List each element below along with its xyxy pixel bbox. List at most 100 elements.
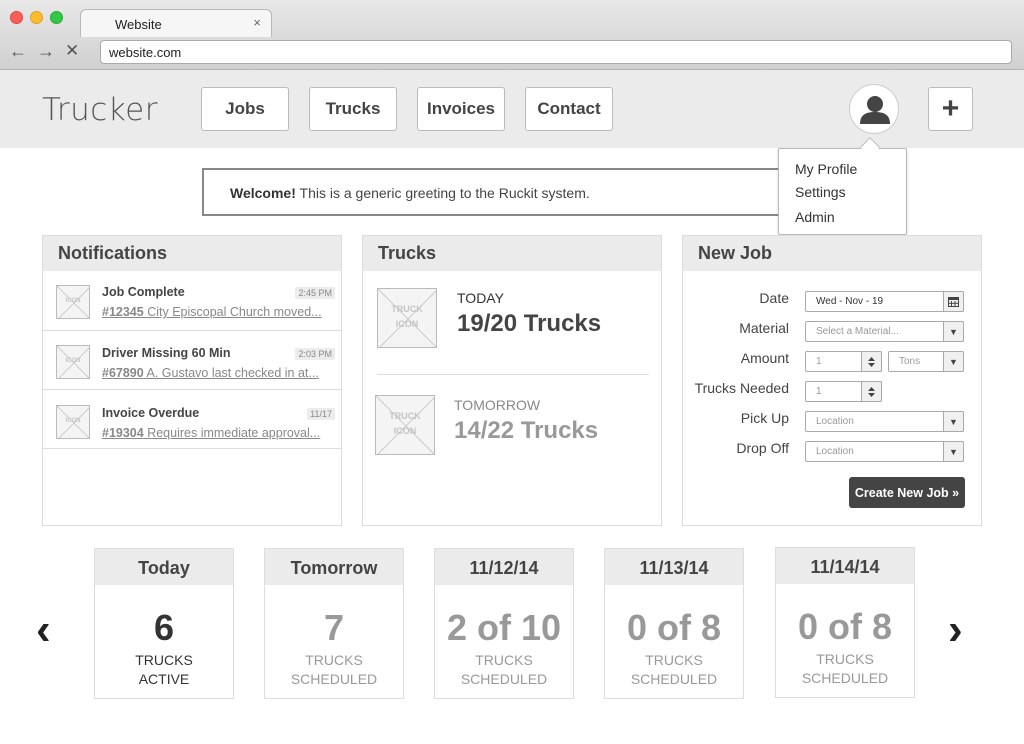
- day-card-heading: 11/13/14: [605, 549, 743, 585]
- notification-time: 11/17: [307, 408, 335, 420]
- welcome-body: This is a generic greeting to the Ruckit…: [299, 185, 590, 201]
- amount-label: Amount: [740, 350, 789, 366]
- dropoff-select[interactable]: Location ▼: [805, 441, 964, 462]
- user-icon: [860, 96, 890, 124]
- day-card-11-14-14[interactable]: 11/14/14 0 of 8 TRUCKS SCHEDULED: [775, 547, 915, 698]
- chevron-down-icon[interactable]: ▼: [943, 351, 964, 372]
- notification-title: Driver Missing 60 Min: [102, 346, 231, 360]
- chevron-down-icon[interactable]: ▼: [943, 411, 964, 432]
- user-avatar-button[interactable]: [849, 84, 899, 134]
- notification-time: 2:45 PM: [295, 287, 335, 299]
- trucks-title: Trucks: [363, 236, 661, 271]
- tab-close-icon[interactable]: ×: [253, 15, 261, 30]
- amount-value: 1: [816, 356, 822, 367]
- create-new-job-button[interactable]: Create New Job »: [849, 477, 965, 508]
- date-value: Wed - Nov - 19: [816, 296, 884, 307]
- day-card-11-13-14[interactable]: 11/13/14 0 of 8 TRUCKS SCHEDULED: [604, 548, 744, 699]
- calendar-icon[interactable]: [943, 291, 964, 312]
- day-card-caption: TRUCKS SCHEDULED: [265, 651, 403, 689]
- trucks-tomorrow-label: TOMORROW: [454, 397, 541, 413]
- pickup-select[interactable]: Location ▼: [805, 411, 964, 432]
- icon-placeholder-label: TRUCK: [389, 411, 421, 421]
- trucks-needed-stepper[interactable]: 1: [805, 381, 882, 402]
- day-card-caption-line1: TRUCKS: [816, 651, 874, 667]
- unit-select[interactable]: Tons ▼: [888, 351, 964, 372]
- day-card-caption-line2: SCHEDULED: [290, 671, 378, 687]
- day-card-11-12-14[interactable]: 11/12/14 2 of 10 TRUCKS SCHEDULED: [434, 548, 574, 699]
- browser-tab[interactable]: Website ×: [80, 9, 272, 37]
- notification-item[interactable]: ICON Job Complete 2:45 PM #12345 City Ep…: [43, 272, 341, 331]
- chevron-down-icon[interactable]: ▼: [943, 441, 964, 462]
- pickup-placeholder: Location: [816, 416, 854, 427]
- material-label: Material: [739, 320, 789, 336]
- notification-image-icon: ICON: [56, 405, 90, 439]
- day-card-caption-line1: TRUCKS: [305, 652, 363, 668]
- notification-ref: #19304: [102, 426, 144, 440]
- icon-placeholder-label: ICON: [395, 319, 419, 329]
- amount-stepper[interactable]: 1: [805, 351, 882, 372]
- stepper-arrows-icon[interactable]: [861, 381, 882, 402]
- date-field[interactable]: Wed - Nov - 19: [805, 291, 964, 312]
- welcome-banner: Welcome! This is a generic greeting to t…: [202, 168, 802, 216]
- notification-detail: City Episcopal Church moved...: [147, 305, 322, 319]
- trucks-tomorrow-value: 14/22 Trucks: [454, 417, 599, 444]
- chevron-right-icon[interactable]: ›: [948, 605, 963, 655]
- menu-item-settings[interactable]: Settings: [795, 184, 846, 200]
- url-text: website.com: [109, 45, 182, 60]
- welcome-message: Welcome! This is a generic greeting to t…: [230, 185, 590, 201]
- add-button[interactable]: +: [928, 87, 973, 131]
- menu-item-my-profile[interactable]: My Profile: [795, 161, 857, 177]
- day-card-caption-line2: SCHEDULED: [801, 670, 889, 686]
- nav-invoices-button[interactable]: Invoices: [417, 87, 505, 131]
- forward-arrow-icon[interactable]: →: [37, 41, 55, 61]
- day-card-caption: TRUCKS SCHEDULED: [435, 651, 573, 689]
- chevron-left-icon[interactable]: ‹: [36, 605, 51, 655]
- trucks-panel: Trucks TRUCK ICON TODAY 19/20 Trucks TRU…: [362, 235, 662, 526]
- day-card-heading: Tomorrow: [265, 549, 403, 585]
- day-card-count: 6: [153, 607, 175, 648]
- day-card-caption-line1: TRUCKS: [645, 652, 703, 668]
- back-arrow-icon[interactable]: ←: [9, 41, 27, 61]
- icon-placeholder-label: ICON: [393, 426, 417, 436]
- notification-image-icon: ICON: [56, 285, 90, 319]
- notifications-title: Notifications: [43, 236, 341, 271]
- pickup-label: Pick Up: [740, 410, 789, 426]
- stepper-arrows-icon[interactable]: [861, 351, 882, 372]
- menu-item-admin[interactable]: Admin: [795, 209, 835, 225]
- stop-loading-icon[interactable]: ✕: [65, 41, 79, 61]
- day-card-caption: TRUCKS ACTIVE: [95, 651, 233, 689]
- notification-title: Invoice Overdue: [102, 406, 200, 420]
- unit-value: Tons: [899, 356, 921, 367]
- new-job-title: New Job: [683, 236, 981, 271]
- zoom-window-button[interactable]: [50, 11, 63, 24]
- day-card-heading: Today: [95, 549, 233, 585]
- chevron-down-icon[interactable]: ▼: [943, 321, 964, 342]
- notification-item[interactable]: ICON Invoice Overdue 11/17 #19304 Requir…: [43, 390, 341, 449]
- material-select[interactable]: Select a Material... ▼: [805, 321, 964, 342]
- day-card-caption-line2: SCHEDULED: [460, 671, 548, 687]
- notification-title: Job Complete: [102, 285, 185, 299]
- day-card-today[interactable]: Today 6 TRUCKS ACTIVE: [94, 548, 234, 699]
- close-window-button[interactable]: [10, 11, 23, 24]
- notification-link[interactable]: #19304 Requires immediate approval...: [102, 426, 327, 440]
- day-card-caption-line2: ACTIVE: [138, 671, 190, 687]
- day-card-count: 7: [323, 607, 345, 648]
- day-card-caption: TRUCKS SCHEDULED: [776, 650, 914, 688]
- address-bar[interactable]: website.com: [100, 40, 1012, 64]
- notification-item[interactable]: ICON Driver Missing 60 Min 2:03 PM #6789…: [43, 331, 341, 390]
- notification-ref: #67890: [102, 366, 144, 380]
- notification-link[interactable]: #12345 City Episcopal Church moved...: [102, 305, 327, 319]
- trucks-today-label: TODAY: [457, 290, 504, 306]
- notification-image-icon: ICON: [56, 345, 90, 379]
- trucks-needed-label: Trucks Needed: [694, 380, 789, 396]
- day-card-tomorrow[interactable]: Tomorrow 7 TRUCKS SCHEDULED: [264, 548, 404, 699]
- nav-contact-button[interactable]: Contact: [525, 87, 613, 131]
- minimize-window-button[interactable]: [30, 11, 43, 24]
- date-label: Date: [759, 290, 789, 306]
- notification-link[interactable]: #67890 A. Gustavo last checked in at...: [102, 366, 327, 380]
- day-card-count: 0 of 8: [626, 607, 722, 648]
- day-card-caption-line2: SCHEDULED: [630, 671, 718, 687]
- nav-jobs-button[interactable]: Jobs: [201, 87, 289, 131]
- brand-logo[interactable]: Trucker: [42, 92, 158, 128]
- nav-trucks-button[interactable]: Trucks: [309, 87, 397, 131]
